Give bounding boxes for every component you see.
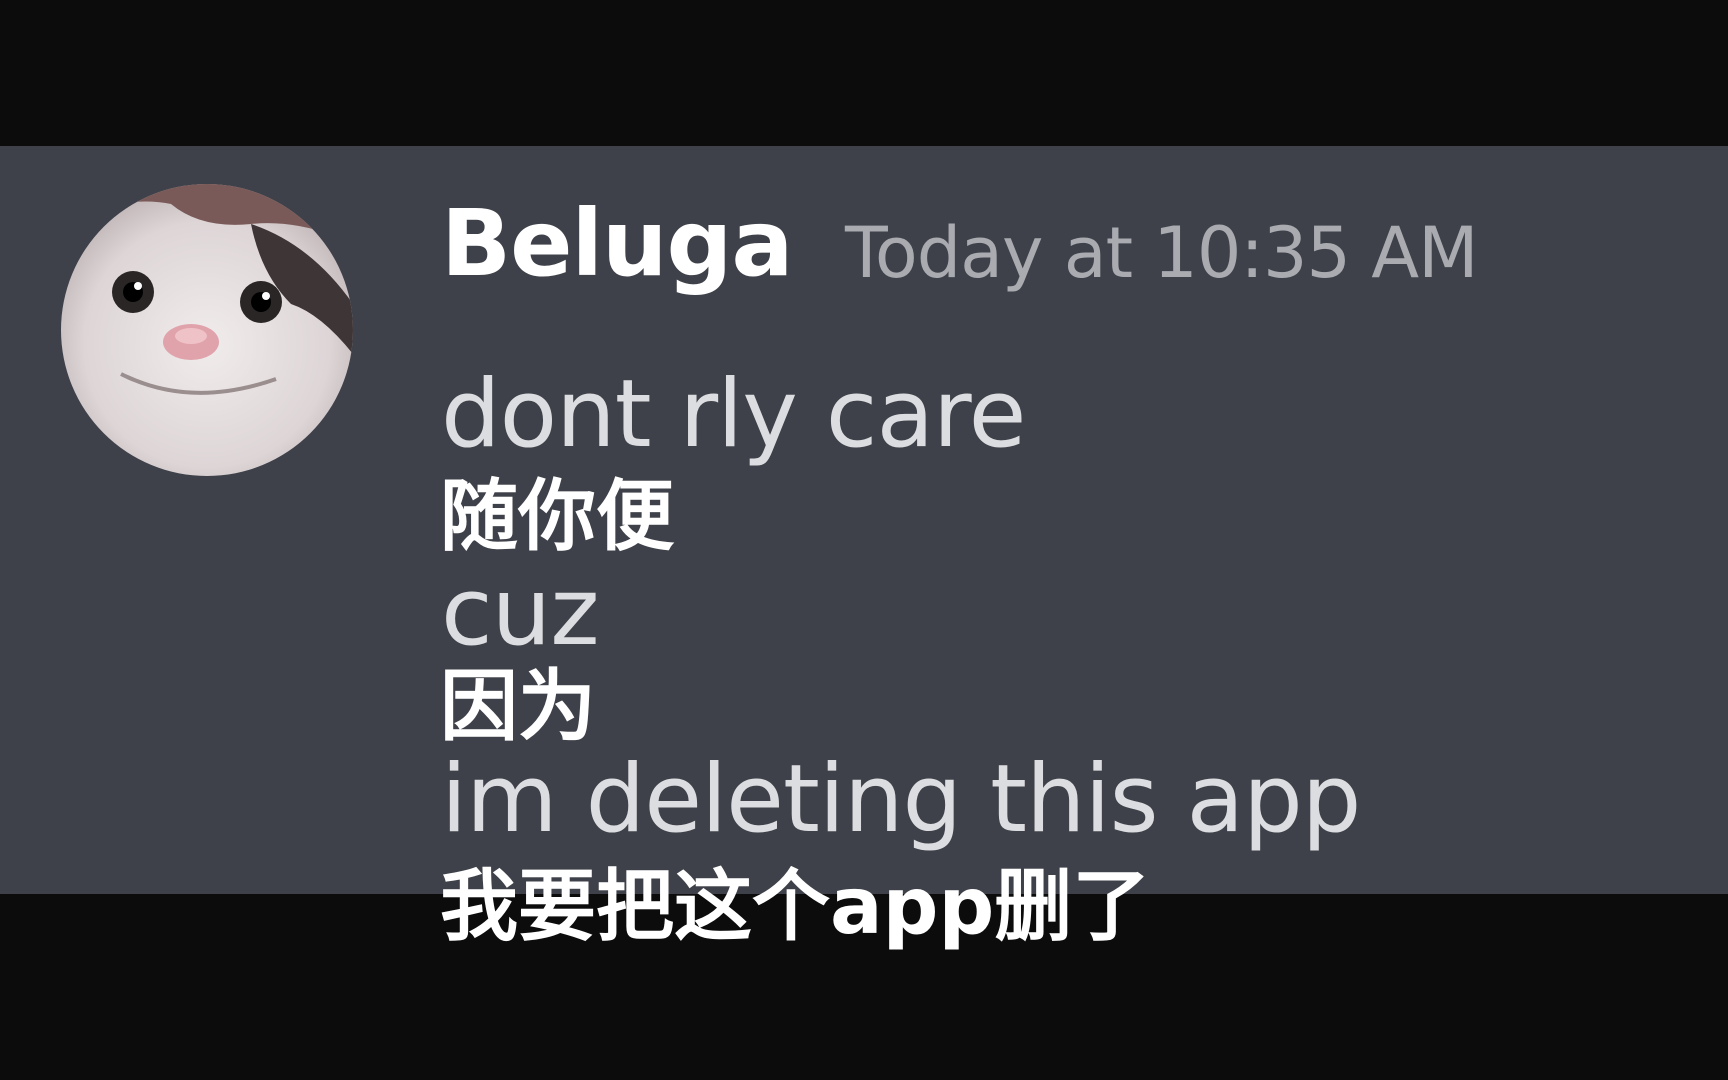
user-avatar[interactable] bbox=[61, 184, 353, 476]
video-frame: Beluga Today at 10:35 AM dont rly care c… bbox=[0, 0, 1728, 1080]
subtitle-line: 随你便 bbox=[440, 472, 675, 562]
subtitle-line: 我要把这个app删了 bbox=[440, 862, 1151, 952]
username[interactable]: Beluga bbox=[441, 198, 793, 290]
message-timestamp: Today at 10:35 AM bbox=[845, 212, 1479, 294]
message-line: im deleting this app bbox=[441, 745, 1361, 854]
beluga-cat-icon bbox=[61, 184, 353, 476]
subtitle-line: 因为 bbox=[440, 662, 597, 752]
chat-message: Beluga Today at 10:35 AM dont rly care c… bbox=[0, 146, 1728, 894]
message-line: cuz bbox=[441, 558, 600, 667]
message-line: dont rly care bbox=[441, 360, 1026, 469]
